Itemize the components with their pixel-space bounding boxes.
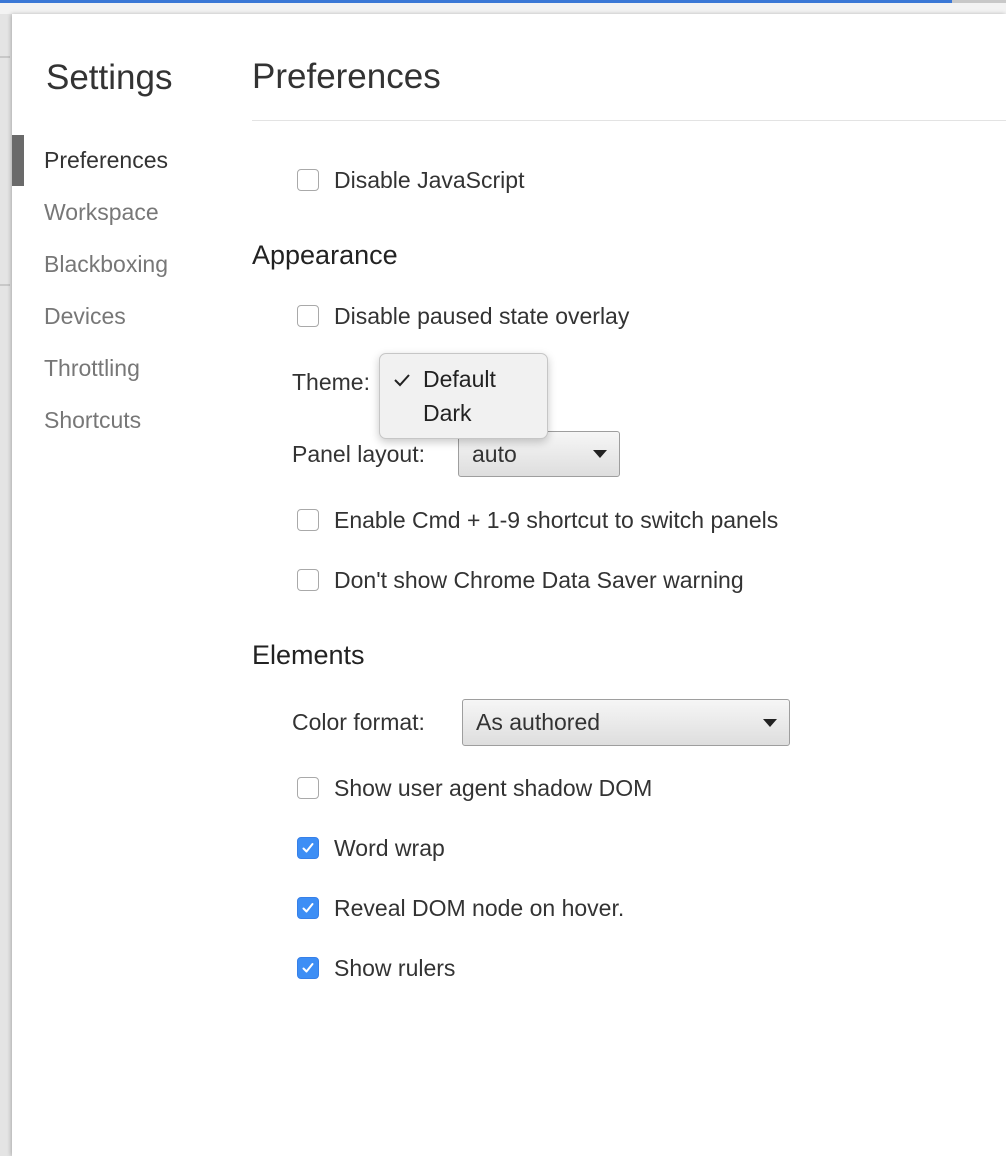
color-format-select[interactable]: As authored <box>462 699 790 746</box>
sidebar-item-throttling[interactable]: Throttling <box>12 342 242 394</box>
theme-label: Theme: <box>292 369 370 395</box>
select-value: auto <box>472 440 517 467</box>
word-wrap-setting[interactable]: Word wrap <box>297 831 445 865</box>
checkbox-label: Don't show Chrome Data Saver warning <box>334 566 744 593</box>
checkbox-label: Disable JavaScript <box>334 166 525 193</box>
sidebar-item-shortcuts[interactable]: Shortcuts <box>12 394 242 446</box>
sidebar-item-label: Throttling <box>44 355 140 381</box>
disable-paused-overlay-setting[interactable]: Disable paused state overlay <box>297 299 629 333</box>
panel-layout-label: Panel layout: <box>292 441 425 467</box>
sidebar-item-label: Workspace <box>44 199 159 225</box>
chevron-down-icon <box>593 450 607 458</box>
background-window-edge <box>0 14 12 1156</box>
theme-option-dark[interactable]: Dark <box>380 398 547 428</box>
sidebar-item-label: Devices <box>44 303 126 329</box>
sidebar-item-workspace[interactable]: Workspace <box>12 186 242 238</box>
option-label: Default <box>423 366 496 392</box>
disable-javascript-checkbox[interactable] <box>297 169 319 191</box>
theme-option-default[interactable]: Default <box>380 364 547 394</box>
sidebar-item-devices[interactable]: Devices <box>12 290 242 342</box>
theme-dropdown-menu: Default Dark <box>379 353 548 439</box>
settings-title: Settings <box>46 58 173 97</box>
show-rulers-checkbox[interactable] <box>297 957 319 979</box>
page-title: Preferences <box>252 57 441 96</box>
checkmark-icon <box>302 903 314 913</box>
appearance-section-title: Appearance <box>252 240 398 270</box>
edge-divider <box>0 56 10 58</box>
sidebar-item-label: Blackboxing <box>44 251 169 277</box>
window-top-strip <box>0 0 1006 14</box>
window-accent-line <box>0 0 952 3</box>
settings-sidebar-nav: Preferences Workspace Blackboxing Device… <box>12 134 242 446</box>
enable-cmd-shortcut-setting[interactable]: Enable Cmd + 1-9 shortcut to switch pane… <box>297 503 778 537</box>
checkbox-label: Disable paused state overlay <box>334 302 630 329</box>
enable-cmd-shortcut-checkbox[interactable] <box>297 509 319 531</box>
sidebar-item-blackboxing[interactable]: Blackboxing <box>12 238 242 290</box>
disable-javascript-setting[interactable]: Disable JavaScript <box>297 163 524 197</box>
color-format-label: Color format: <box>292 709 425 735</box>
reveal-dom-node-setting[interactable]: Reveal DOM node on hover. <box>297 891 624 925</box>
checkbox-label: Show user agent shadow DOM <box>334 774 653 801</box>
show-rulers-setting[interactable]: Show rulers <box>297 951 455 985</box>
disable-paused-overlay-checkbox[interactable] <box>297 305 319 327</box>
selected-tab-indicator <box>12 135 24 186</box>
title-divider <box>252 120 1006 121</box>
data-saver-warning-checkbox[interactable] <box>297 569 319 591</box>
settings-dialog: Settings Preferences Workspace Blackboxi… <box>12 14 1006 1156</box>
word-wrap-checkbox[interactable] <box>297 837 319 859</box>
reveal-dom-node-checkbox[interactable] <box>297 897 319 919</box>
show-shadow-dom-setting[interactable]: Show user agent shadow DOM <box>297 771 652 805</box>
checkbox-label: Enable Cmd + 1-9 shortcut to switch pane… <box>334 506 779 533</box>
edge-divider <box>0 284 10 286</box>
show-shadow-dom-checkbox[interactable] <box>297 777 319 799</box>
checkbox-label: Reveal DOM node on hover. <box>334 894 625 921</box>
sidebar-item-label: Preferences <box>44 147 169 173</box>
checkbox-label: Word wrap <box>334 834 445 861</box>
chevron-down-icon <box>763 718 777 727</box>
sidebar-item-label: Shortcuts <box>44 407 142 433</box>
checkmark-icon <box>302 963 314 973</box>
elements-section-title: Elements <box>252 640 365 670</box>
select-value: As authored <box>476 709 601 735</box>
window-top-divider <box>952 0 1006 3</box>
option-label: Dark <box>423 400 472 426</box>
sidebar-item-preferences[interactable]: Preferences <box>12 134 242 186</box>
data-saver-warning-setting[interactable]: Don't show Chrome Data Saver warning <box>297 563 744 597</box>
checkmark-icon <box>394 374 410 387</box>
checkmark-icon <box>302 843 314 853</box>
checkbox-label: Show rulers <box>334 954 456 981</box>
